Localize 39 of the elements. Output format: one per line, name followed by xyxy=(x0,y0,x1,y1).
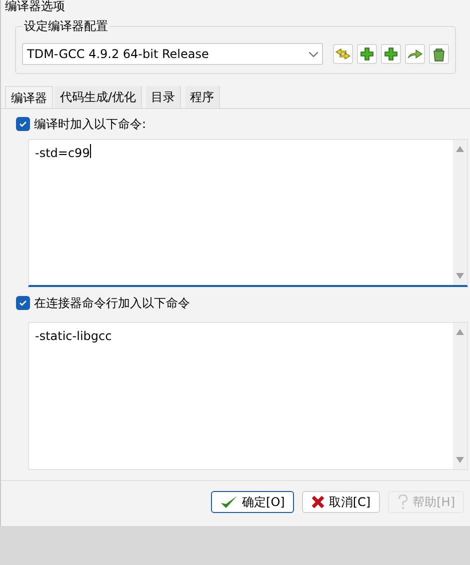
checkmark-icon xyxy=(18,119,28,129)
command-text: -std=c99 xyxy=(35,145,90,162)
ok-button[interactable]: 确定[O] xyxy=(211,490,294,512)
scrollbar[interactable] xyxy=(453,323,467,469)
checkbox-label: 在连接器命令行加入以下命令 xyxy=(34,295,190,312)
chevron-down-icon xyxy=(309,52,318,56)
scroll-down-icon[interactable] xyxy=(456,457,464,463)
checkmark-icon xyxy=(18,298,28,308)
command-text: -static-libgcc xyxy=(35,328,112,345)
question-icon xyxy=(396,494,409,510)
arrows-icon xyxy=(335,48,351,60)
tab[interactable]: 编译器 xyxy=(5,86,53,108)
checkbox[interactable] xyxy=(16,296,30,310)
close-icon xyxy=(310,494,325,508)
checkbox-label: 编译时加入以下命令: xyxy=(34,116,146,133)
group-label: 设定编译器配置 xyxy=(22,17,110,35)
scroll-down-icon[interactable] xyxy=(456,273,464,279)
compiler-dropdown[interactable]: TDM-GCC 4.9.2 64-bit Release xyxy=(22,43,323,65)
checkmark-icon xyxy=(220,494,238,510)
rename-button[interactable] xyxy=(333,44,353,64)
scroll-up-icon[interactable] xyxy=(456,146,464,152)
tab[interactable]: 程序 xyxy=(185,86,220,108)
cancel-button[interactable]: 取消[C] xyxy=(302,490,380,512)
scrollbar[interactable] xyxy=(453,140,467,285)
window-title: 编译器选项 xyxy=(5,0,65,12)
scroll-up-icon[interactable] xyxy=(456,329,464,335)
add-button[interactable] xyxy=(357,44,377,64)
delete-button[interactable] xyxy=(429,44,449,64)
tab[interactable]: 目录 xyxy=(146,86,182,108)
checkbox[interactable] xyxy=(16,117,30,131)
compiler-commands-field[interactable]: -std=c99 xyxy=(28,139,468,287)
rename-button[interactable] xyxy=(405,44,425,64)
tab[interactable]: 代码生成/优化 xyxy=(55,86,142,108)
plus-icon xyxy=(360,47,374,61)
plus-icon xyxy=(384,47,398,61)
linker-commands-field[interactable]: -static-libgcc xyxy=(28,322,468,470)
trash-icon xyxy=(433,46,445,62)
arrow-icon xyxy=(407,48,423,60)
add-button[interactable] xyxy=(381,44,401,64)
